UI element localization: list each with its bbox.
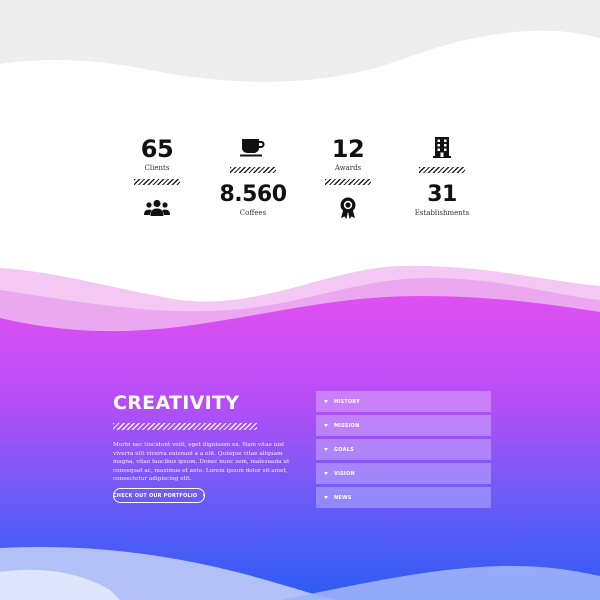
stat-label-awards: Awards bbox=[334, 164, 362, 172]
stat-divider bbox=[230, 167, 276, 173]
chevron-right-icon: › bbox=[202, 491, 206, 499]
stat-divider bbox=[325, 179, 371, 185]
stat-label-establishments: Establishments bbox=[414, 209, 470, 217]
stat-label-clients: Clients bbox=[144, 164, 170, 172]
accordion-label: MISSION bbox=[334, 422, 360, 429]
accordion-item-vision[interactable]: VISION bbox=[316, 463, 491, 484]
caret-down-icon bbox=[324, 496, 328, 499]
stat-divider bbox=[134, 179, 180, 185]
background-waves bbox=[0, 0, 600, 600]
stat-establishments: 31 Establishments bbox=[377, 184, 507, 217]
caret-down-icon bbox=[324, 472, 328, 475]
creativity-heading: CREATIVITY bbox=[113, 392, 240, 414]
caret-down-icon bbox=[324, 400, 328, 403]
users-icon bbox=[144, 199, 170, 216]
stat-number-coffees: 8.560 bbox=[219, 182, 287, 207]
accordion-item-history[interactable]: HISTORY bbox=[316, 391, 491, 412]
accordion-label: VISION bbox=[334, 470, 355, 477]
creativity-body-text: Morbi nec tincidunt velit, eget dignissi… bbox=[113, 442, 290, 483]
heading-divider bbox=[113, 423, 257, 430]
stat-number-clients: 65 bbox=[140, 135, 174, 163]
portfolio-button[interactable]: CHECK OUT OUR PORTFOLIO › bbox=[113, 488, 205, 503]
accordion-label: HISTORY bbox=[334, 398, 360, 405]
accordion-item-mission[interactable]: MISSION bbox=[316, 415, 491, 436]
accordion-item-goals[interactable]: GOALS bbox=[316, 439, 491, 460]
stat-awards: 12 Awards bbox=[283, 137, 413, 185]
accordion-item-news[interactable]: NEWS bbox=[316, 487, 491, 508]
stat-coffees: 8.560 Coffees bbox=[188, 184, 318, 217]
stat-divider bbox=[419, 167, 465, 173]
caret-down-icon bbox=[324, 448, 328, 451]
portfolio-button-label: CHECK OUT OUR PORTFOLIO bbox=[112, 492, 198, 499]
stat-number-establishments: 31 bbox=[427, 182, 457, 207]
stat-clients: 65 Clients bbox=[92, 137, 222, 185]
stat-number-awards: 12 bbox=[331, 135, 365, 163]
building-icon bbox=[433, 137, 451, 158]
accordion-label: NEWS bbox=[334, 494, 352, 501]
stat-label-coffees: Coffees bbox=[239, 209, 267, 217]
award-ribbon-icon bbox=[340, 197, 356, 219]
caret-down-icon bbox=[324, 424, 328, 427]
coffee-cup-icon bbox=[240, 139, 265, 157]
accordion-label: GOALS bbox=[334, 446, 354, 453]
